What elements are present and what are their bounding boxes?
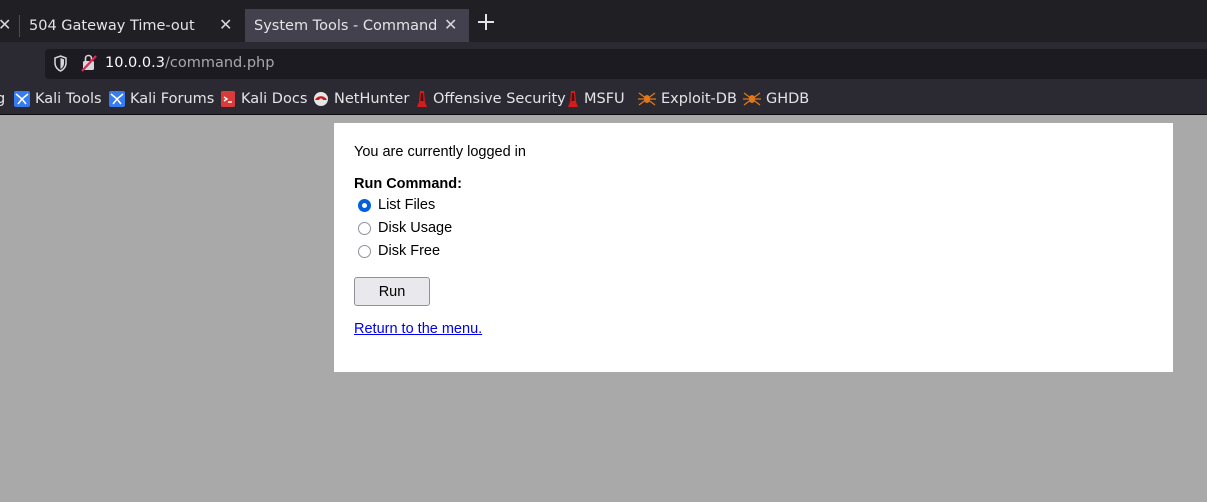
close-icon[interactable]: ✕ <box>219 17 232 33</box>
bookmark-partial[interactable]: g <box>0 89 5 109</box>
new-tab-plus-icon[interactable] <box>478 14 494 30</box>
content-panel: You are currently logged in Run Command:… <box>334 123 1173 372</box>
option-disk-free[interactable]: Disk Free <box>358 243 440 259</box>
url-host: 10.0.0.3 <box>105 55 165 71</box>
kali-icon <box>109 91 125 107</box>
bookmark-label: Kali Tools <box>35 91 102 107</box>
close-icon[interactable]: ✕ <box>0 17 11 33</box>
tab-title: System Tools - Command <box>254 17 438 34</box>
close-icon[interactable]: ✕ <box>444 17 457 33</box>
insecure-lock-icon[interactable] <box>81 54 97 72</box>
bookmark-offensive-security[interactable]: Offensive Security <box>416 89 566 109</box>
tab-partial[interactable]: ✕ <box>0 9 12 42</box>
tab-title: 504 Gateway Time-out <box>29 17 195 34</box>
kali-icon <box>14 91 30 107</box>
exploitdb-icon <box>638 92 656 106</box>
navigation-bar: 10.0.0.3/command.php <box>0 42 1207 85</box>
bookmark-kali-docs[interactable]: Kali Docs <box>220 89 307 109</box>
bookmark-ghdb[interactable]: GHDB <box>743 89 809 109</box>
option-label: List Files <box>378 197 436 213</box>
bookmark-label: NetHunter <box>334 91 410 107</box>
login-status-text: You are currently logged in <box>354 144 526 160</box>
bookmark-partial-glyph: g <box>0 91 6 107</box>
url-text[interactable]: 10.0.0.3/command.php <box>105 55 274 71</box>
url-path: /command.php <box>164 55 275 71</box>
bookmark-label: Kali Docs <box>241 91 308 107</box>
option-disk-usage[interactable]: Disk Usage <box>358 220 452 236</box>
bookmarks-toolbar: g Kali Tools Kali Forums Kali Docs NetHu… <box>0 85 1207 115</box>
bookmark-msfu[interactable]: MSFU <box>567 89 625 109</box>
option-label: Disk Usage <box>378 220 453 236</box>
bookmark-nethunter[interactable]: NetHunter <box>313 89 409 109</box>
bookmark-label: GHDB <box>766 91 810 107</box>
docs-icon <box>221 91 235 107</box>
bookmark-label: Offensive Security <box>433 91 566 107</box>
bookmark-exploit-db[interactable]: Exploit-DB <box>638 89 737 109</box>
exploitdb-icon <box>743 92 761 106</box>
tab-system-tools-command[interactable]: System Tools - Command ✕ <box>245 9 469 42</box>
radio-disk-free[interactable] <box>358 244 371 258</box>
run-button[interactable]: Run <box>354 277 430 306</box>
bookmark-label: Kali Forums <box>130 91 215 107</box>
radio-disk-usage[interactable] <box>358 221 371 235</box>
url-bar[interactable]: 10.0.0.3/command.php <box>45 49 1207 79</box>
tab-gateway-timeout[interactable]: 504 Gateway Time-out ✕ <box>20 9 245 42</box>
option-list-files[interactable]: List Files <box>358 197 435 213</box>
run-command-heading: Run Command: <box>354 176 462 192</box>
bookmark-kali-tools[interactable]: Kali Tools <box>14 89 102 109</box>
nethunter-icon <box>314 92 328 106</box>
shield-icon[interactable] <box>54 55 67 72</box>
bookmark-label: MSFU <box>584 91 625 107</box>
bookmark-label: Exploit-DB <box>661 91 737 107</box>
offsec-icon <box>417 91 427 107</box>
bookmark-kali-forums[interactable]: Kali Forums <box>109 89 214 109</box>
return-to-menu-link[interactable]: Return to the menu. <box>354 321 482 337</box>
offsec-icon <box>568 91 578 107</box>
radio-list-files[interactable] <box>358 198 371 212</box>
tab-bar: ✕ 504 Gateway Time-out ✕ System Tools - … <box>0 0 1207 42</box>
option-label: Disk Free <box>378 243 441 259</box>
